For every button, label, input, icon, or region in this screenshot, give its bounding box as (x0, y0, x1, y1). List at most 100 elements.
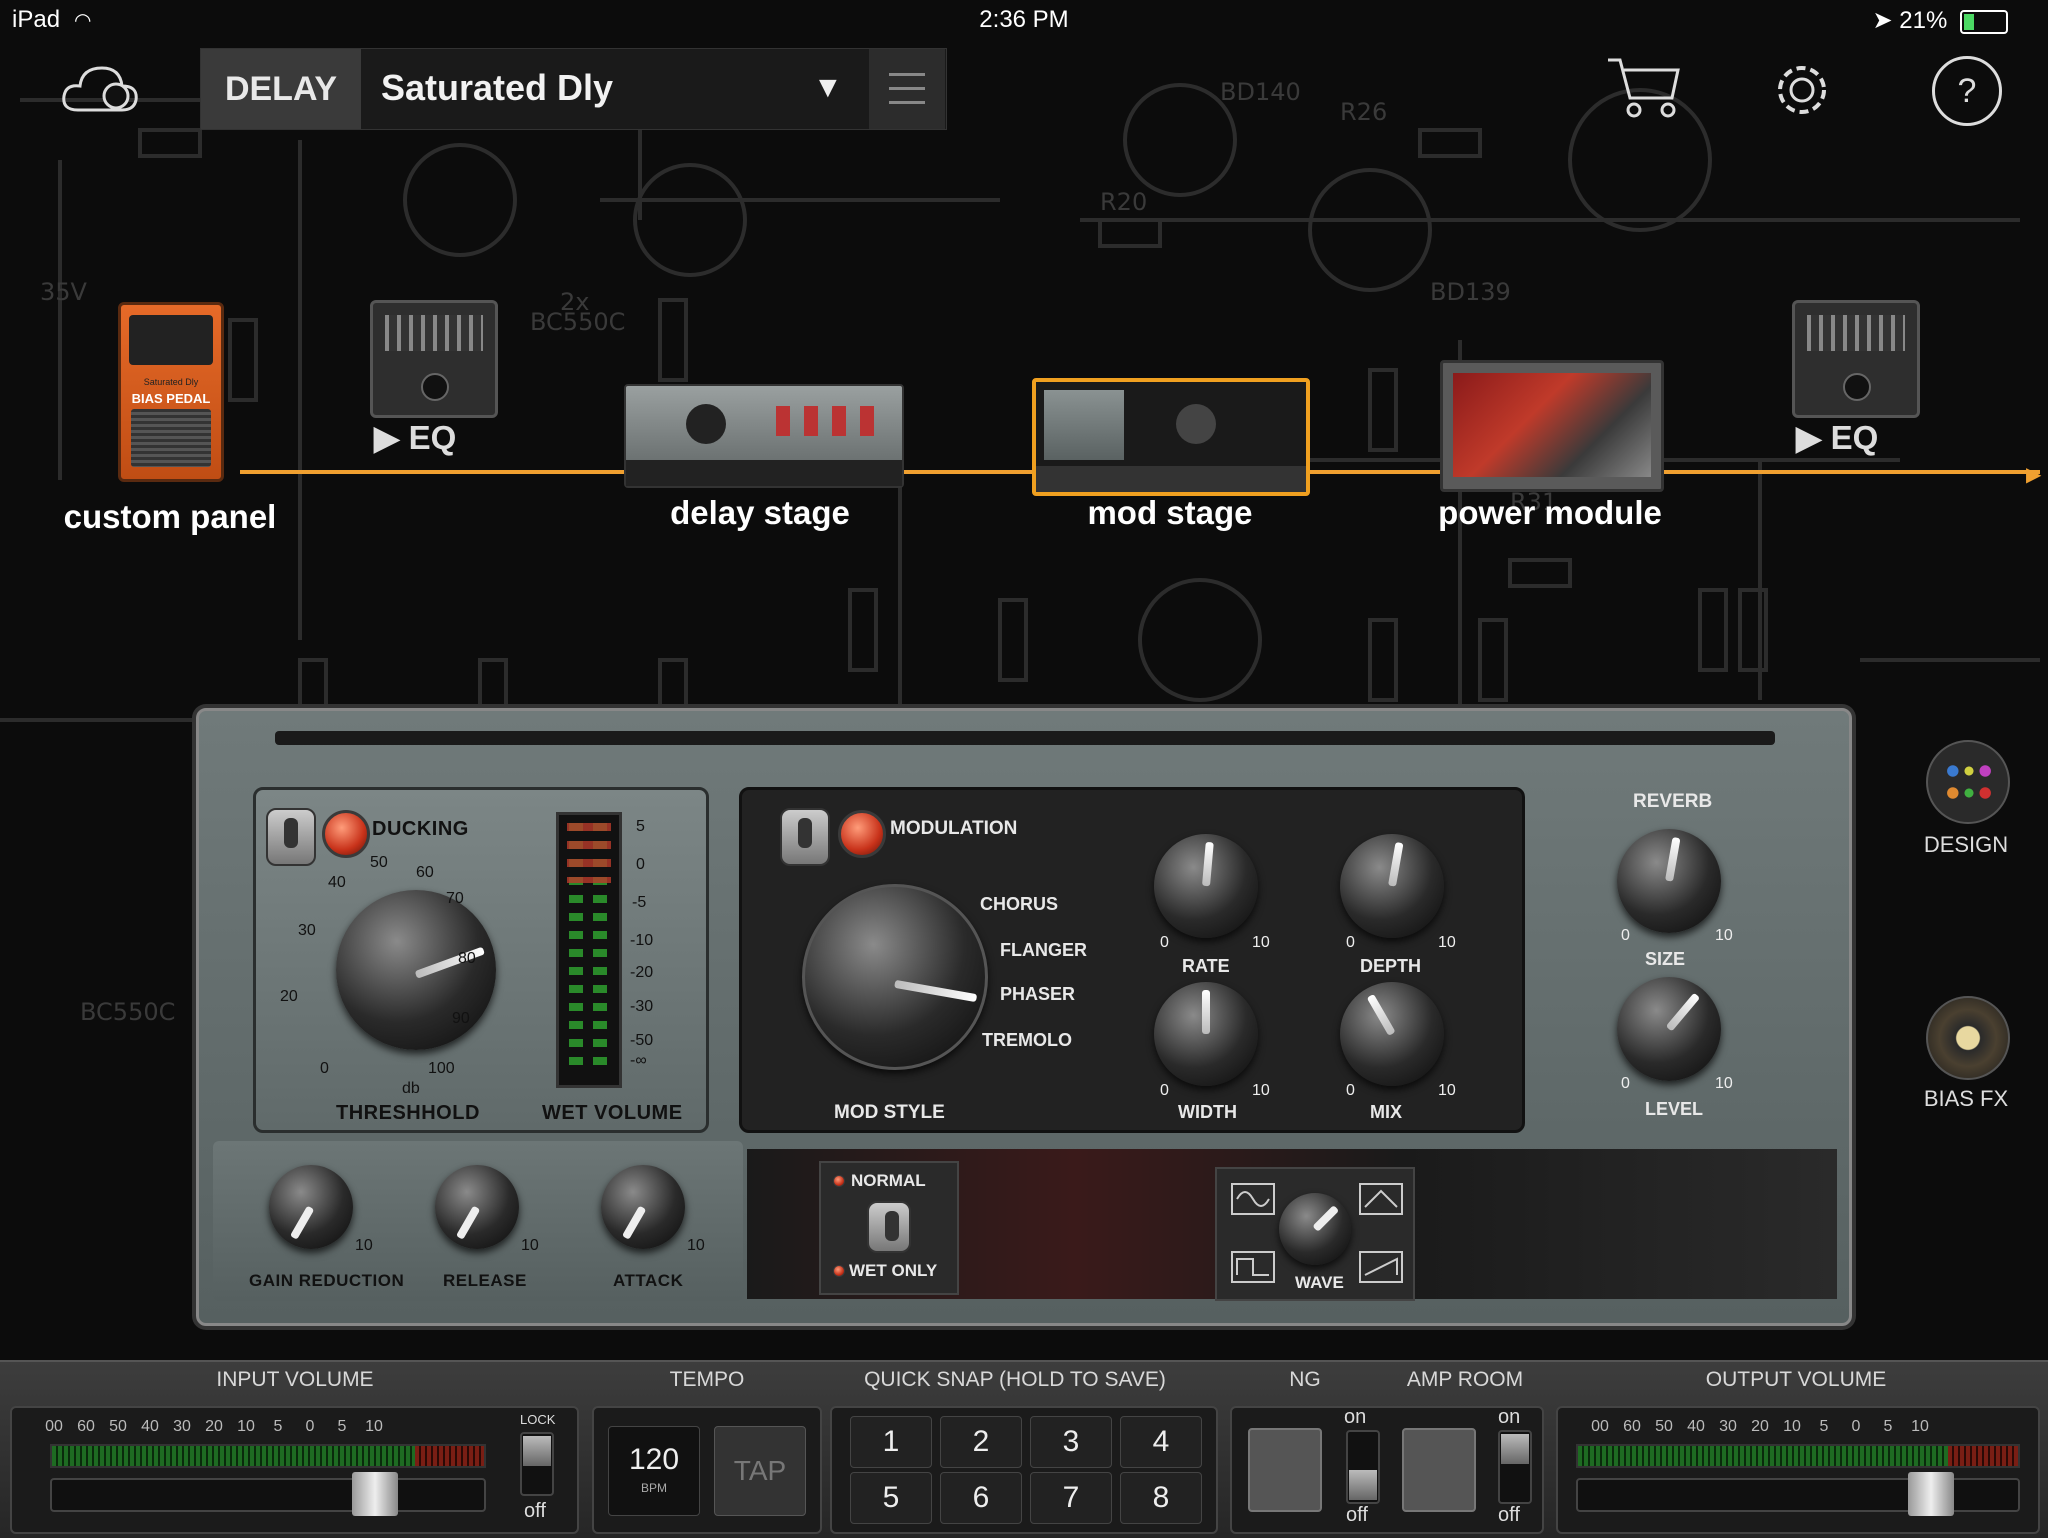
bias-fx-button[interactable] (1926, 996, 2010, 1080)
output-volume-title: OUTPUT VOLUME (1705, 1368, 1887, 1391)
style-chorus[interactable]: CHORUS (980, 894, 1058, 915)
mix-max: 10 (1438, 1082, 1456, 1099)
output-mode-toggle[interactable] (867, 1201, 911, 1253)
mod-style-knob[interactable] (802, 884, 988, 1070)
eq-sliders (385, 315, 483, 351)
amp-room-toggle[interactable] (1498, 1430, 1532, 1504)
preset-category[interactable]: DELAY (201, 49, 361, 129)
modulation-toggle-switch[interactable] (780, 808, 830, 866)
chain-label-mod-stage[interactable]: mod stage (1050, 494, 1290, 532)
mix-min: 0 (1346, 1082, 1355, 1099)
rate-knob[interactable] (1154, 834, 1258, 938)
custom-pedal[interactable]: Saturated Dly BIAS PEDAL (118, 302, 224, 482)
chevron-down-icon[interactable]: ▼ (813, 71, 843, 105)
bias-fx-label[interactable]: BIAS FX (1906, 1086, 2026, 1112)
menu-icon[interactable] (869, 49, 945, 129)
wet-only-label[interactable]: WET ONLY (849, 1261, 937, 1281)
clock: 2:36 PM (979, 6, 1069, 33)
ducking-title: DUCKING (372, 818, 469, 840)
amp-room-on-label: on (1498, 1406, 1521, 1428)
threshold-knob[interactable] (336, 890, 496, 1050)
chain-label-power-module[interactable]: power module (1420, 494, 1680, 532)
snap-button-3[interactable]: 3 (1030, 1416, 1112, 1468)
eq-module-right[interactable] (1792, 300, 1920, 418)
wave-knob[interactable] (1279, 1193, 1351, 1265)
cart-icon[interactable] (1604, 54, 1684, 120)
mix-knob[interactable] (1340, 982, 1444, 1086)
eq-label-right[interactable]: ▶ EQ (1796, 418, 1878, 457)
threshold-label: THRESHHOLD (336, 1102, 480, 1124)
slider-thumb[interactable] (352, 1472, 398, 1516)
input-volume-slider[interactable] (50, 1472, 486, 1516)
lock-toggle[interactable] (520, 1432, 554, 1496)
snap-button-8[interactable]: 8 (1120, 1472, 1202, 1524)
depth-min: 0 (1346, 934, 1355, 951)
gain-reduction-knob[interactable] (269, 1165, 353, 1249)
mix-label: MIX (1370, 1102, 1403, 1122)
delay-rack-unit: DUCKING 0 20 30 40 50 60 70 80 90 100 db… (196, 708, 1852, 1326)
output-volume-slider[interactable] (1576, 1472, 2020, 1516)
sawtooth-wave-icon[interactable] (1359, 1251, 1403, 1283)
svg-text:R20: R20 (1100, 188, 1147, 216)
pedal-subtext: Saturated Dly (143, 377, 199, 387)
ng-off-label: off (1346, 1504, 1368, 1526)
delay-stage-module[interactable] (624, 384, 904, 488)
eq-text: EQ (408, 419, 457, 456)
preset-selector[interactable]: DELAY Saturated Dly ▼ (200, 48, 947, 130)
snap-button-5[interactable]: 5 (850, 1472, 932, 1524)
power-module[interactable] (1440, 360, 1664, 492)
amp-room-title: AMP ROOM (1406, 1368, 1524, 1391)
width-knob[interactable] (1154, 982, 1258, 1086)
style-tremolo[interactable]: TREMOLO (982, 1030, 1072, 1051)
tap-tempo-button[interactable]: TAP (714, 1426, 806, 1516)
input-meter-scale: 00 60 50 40 30 20 10 5 0 5 10 (45, 1418, 383, 1435)
gear-icon[interactable] (1766, 54, 1838, 126)
normal-led (833, 1175, 845, 1187)
release-max: 10 (521, 1237, 539, 1254)
help-icon[interactable]: ? (1932, 56, 2002, 126)
threshold-tick: 70 (446, 890, 464, 907)
reverb-level-knob[interactable] (1617, 977, 1721, 1081)
normal-label[interactable]: NORMAL (851, 1171, 926, 1191)
location-icon: ➤ (1872, 7, 1900, 34)
design-label[interactable]: DESIGN (1906, 832, 2026, 858)
amp-room-off-label: off (1498, 1504, 1520, 1526)
input-level-meter (50, 1444, 486, 1468)
ducking-toggle-switch[interactable] (266, 808, 316, 866)
release-knob[interactable] (435, 1165, 519, 1249)
snap-button-1[interactable]: 1 (850, 1416, 932, 1468)
wave-label: WAVE (1295, 1273, 1344, 1292)
slider-thumb[interactable] (1908, 1472, 1954, 1516)
gain-reduction-label: GAIN REDUCTION (249, 1271, 405, 1290)
square-wave-icon[interactable] (1231, 1251, 1275, 1283)
modulation-title: MODULATION (890, 818, 1018, 839)
cloud-icon[interactable] (60, 60, 140, 120)
sine-wave-icon[interactable] (1231, 1183, 1275, 1215)
depth-knob[interactable] (1340, 834, 1444, 938)
snap-button-4[interactable]: 4 (1120, 1416, 1202, 1468)
threshold-tick: 80 (458, 950, 476, 967)
snap-button-2[interactable]: 2 (940, 1416, 1022, 1468)
eq-label-left[interactable]: ▶ EQ (374, 418, 456, 457)
attack-knob[interactable] (601, 1165, 685, 1249)
play-icon: ▶ (1796, 419, 1822, 456)
eq-module-left[interactable] (370, 300, 498, 418)
wet-scale-0: 0 (636, 856, 645, 873)
noise-gate-pedal-icon[interactable] (1248, 1428, 1322, 1512)
style-phaser[interactable]: PHASER (1000, 984, 1075, 1005)
wet-scale-minus-5: -5 (632, 894, 647, 911)
snap-button-7[interactable]: 7 (1030, 1472, 1112, 1524)
style-flanger[interactable]: FLANGER (1000, 940, 1087, 961)
chain-label-custom-panel[interactable]: custom panel (40, 498, 300, 536)
snap-button-6[interactable]: 6 (940, 1472, 1022, 1524)
preset-name[interactable]: Saturated Dly (381, 67, 613, 109)
design-button[interactable] (1926, 740, 2010, 824)
chain-label-delay-stage[interactable]: delay stage (640, 494, 880, 532)
reverb-size-knob[interactable] (1617, 829, 1721, 933)
triangle-wave-icon[interactable] (1359, 1183, 1403, 1215)
ng-toggle[interactable] (1346, 1430, 1380, 1504)
bpm-display[interactable]: 120 BPM (608, 1426, 700, 1516)
svg-text:R26: R26 (1340, 98, 1387, 126)
amp-room-icon[interactable] (1402, 1428, 1476, 1512)
mod-stage-module[interactable] (1032, 378, 1310, 496)
